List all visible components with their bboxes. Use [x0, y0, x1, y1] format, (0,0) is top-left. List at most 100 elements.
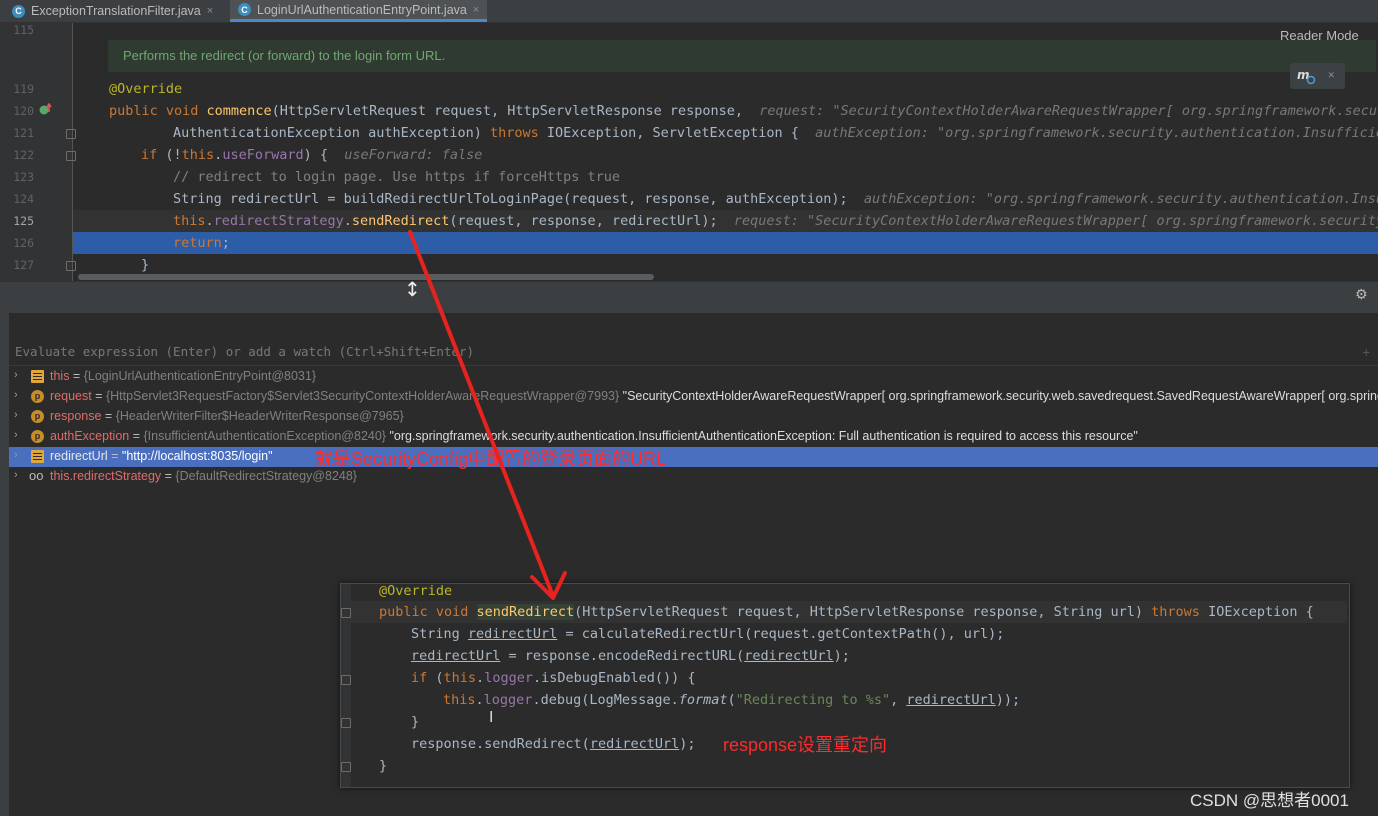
static-call: format: [678, 692, 728, 708]
variable-row[interactable]: › p request = {HttpServlet3RequestFactor…: [9, 387, 1378, 407]
method-call: sendRedirect: [351, 213, 450, 229]
code-text: (: [727, 692, 736, 708]
snippet-line: public void sendRedirect(HttpServletRequ…: [379, 604, 1314, 620]
class-icon: C: [238, 3, 251, 16]
variable-row[interactable]: › p response = {HeaderWriterFilter$Heade…: [9, 407, 1378, 427]
fold-marker-icon[interactable]: [341, 675, 351, 685]
inline-debug-hint: request: "SecurityContextHolderAwareRequ…: [759, 103, 1378, 119]
code-text: (request, response, redirectUrl);: [449, 213, 718, 229]
code-text: ) {: [303, 147, 328, 163]
fold-marker-icon[interactable]: [341, 608, 351, 618]
maven-reload-icon[interactable]: m: [1296, 66, 1316, 86]
variable-ref: redirectUrl: [906, 692, 996, 708]
field-ref: redirectStrategy: [213, 213, 344, 229]
csdn-watermark: CSDN @思想者0001: [1190, 791, 1349, 810]
variable-row[interactable]: › p authException = {InsufficientAuthent…: [9, 427, 1378, 447]
inline-debug-hint: request: "SecurityContextHolderAwareRequ…: [733, 213, 1378, 229]
execution-point-line: [73, 232, 1378, 254]
code-text: (: [435, 670, 444, 686]
variable-row-selected[interactable]: › redirectUrl = "http://localhost:8035/l…: [9, 447, 1378, 467]
equals-sign: =: [107, 449, 122, 463]
fold-marker-icon[interactable]: [66, 151, 76, 161]
annotation-redirect-url: 就是SecurityConfig中配置的登录页面的URL: [315, 449, 667, 469]
code-text: .: [343, 213, 352, 229]
floating-toolbar[interactable]: m ✕: [1290, 63, 1345, 89]
variable-row[interactable]: › this = {LoginUrlAuthenticationEntryPoi…: [9, 367, 1378, 387]
code-text: ;: [221, 235, 230, 251]
class-icon: C: [12, 4, 25, 18]
code-line-123: // redirect to login page. Use https if …: [173, 169, 620, 185]
horizontal-scrollbar[interactable]: [78, 274, 654, 280]
code-text: ,: [890, 692, 907, 708]
panel-splitter[interactable]: [0, 281, 1378, 314]
snippet-line: String redirectUrl = calculateRedirectUr…: [411, 626, 1004, 642]
code-line-126: return;: [173, 235, 230, 251]
variable-type: {LoginUrlAuthenticationEntryPoint@8031}: [83, 369, 316, 383]
line-number: 121: [13, 126, 34, 140]
close-icon[interactable]: ✕: [1328, 68, 1335, 81]
implements-marker-icon[interactable]: [38, 103, 54, 117]
chevron-right-icon[interactable]: ›: [14, 369, 18, 381]
variable-ref: redirectUrl: [589, 736, 680, 752]
code-line-119: @Override: [109, 81, 182, 97]
annotation-response-redirect: response设置重定向: [723, 735, 888, 755]
close-icon[interactable]: ×: [207, 5, 213, 17]
tab-exception-translation-filter[interactable]: C ExceptionTranslationFilter.java ×: [4, 0, 221, 22]
variable-name: redirectUrl: [50, 449, 108, 463]
param-icon: p: [31, 410, 44, 423]
variable-name: this.redirectStrategy: [50, 469, 162, 483]
code-text: );: [833, 648, 850, 664]
code-text: (HttpServletRequest request, HttpServlet…: [271, 103, 752, 119]
field-icon: [31, 370, 44, 383]
evaluate-expression-input[interactable]: Evaluate expression (Enter) or add a wat…: [9, 339, 1378, 366]
add-watch-icon[interactable]: +: [1362, 344, 1370, 359]
code-text: (!: [165, 147, 182, 163]
keyword: if: [411, 670, 436, 686]
variable-type: {DefaultRedirectStrategy@8248}: [175, 469, 357, 483]
close-icon[interactable]: ×: [473, 4, 479, 16]
line-number: 127: [13, 258, 34, 272]
snippet-line: }: [411, 714, 419, 730]
fold-marker-icon[interactable]: [341, 718, 351, 728]
debugger-side-toolbar[interactable]: [0, 313, 9, 816]
code-text: response.sendRedirect(: [411, 736, 590, 752]
watch-icon: oo: [29, 468, 44, 483]
variable-name: authException: [50, 429, 130, 443]
code-text: = calculateRedirectUrl(request.getContex…: [557, 626, 1005, 642]
reader-mode-button[interactable]: Reader Mode: [1280, 28, 1359, 43]
variable-row[interactable]: › oo this.redirectStrategy = {DefaultRed…: [9, 467, 1378, 487]
keyword: this: [443, 692, 476, 708]
chevron-right-icon[interactable]: ›: [14, 469, 18, 481]
code-editor[interactable]: 115 119 120 121 122 123 124 125 126 127 …: [0, 23, 1378, 281]
fold-marker-icon[interactable]: [341, 762, 351, 772]
param-icon: p: [31, 430, 44, 443]
fold-marker-icon[interactable]: [66, 261, 76, 271]
method-name: commence: [206, 103, 272, 119]
variable-ref: redirectUrl: [467, 626, 558, 642]
field-icon: [31, 450, 44, 463]
chevron-right-icon[interactable]: ›: [14, 409, 18, 421]
fold-marker-icon[interactable]: [66, 129, 76, 139]
rendered-doc-comment: Performs the redirect (or forward) to th…: [108, 40, 1376, 72]
tab-login-url-authentication-entry-point[interactable]: C LoginUrlAuthenticationEntryPoint.java …: [230, 0, 488, 22]
code-text: String redirectUrl = buildRedirectUrlToL…: [173, 191, 848, 207]
variable-value: "org.springframework.security.authentica…: [385, 429, 1138, 443]
snippet-line: response.sendRedirect(redirectUrl);: [411, 736, 695, 752]
code-line-121: AuthenticationException authException) t…: [173, 125, 1378, 141]
annotation: @Override: [109, 81, 183, 97]
code-line-122: if (!this.useForward) { useForward: fals…: [141, 147, 482, 163]
snippet-line: redirectUrl = response.encodeRedirectURL…: [411, 648, 850, 664]
variable-type: {InsufficientAuthenticationException@824…: [143, 429, 386, 443]
code-text: .: [476, 670, 485, 686]
gear-icon[interactable]: ⚙: [1355, 287, 1368, 303]
equals-sign: =: [91, 389, 106, 403]
line-number: 122: [13, 148, 34, 162]
keyword: return: [173, 235, 222, 251]
chevron-right-icon[interactable]: ›: [14, 429, 18, 441]
string-literal: "Redirecting to %s": [735, 692, 891, 708]
chevron-right-icon[interactable]: ›: [14, 449, 18, 461]
code-text: );: [679, 736, 696, 752]
chevron-right-icon[interactable]: ›: [14, 389, 18, 401]
param-icon: p: [31, 390, 44, 403]
snippet-line: @Override: [379, 583, 452, 599]
